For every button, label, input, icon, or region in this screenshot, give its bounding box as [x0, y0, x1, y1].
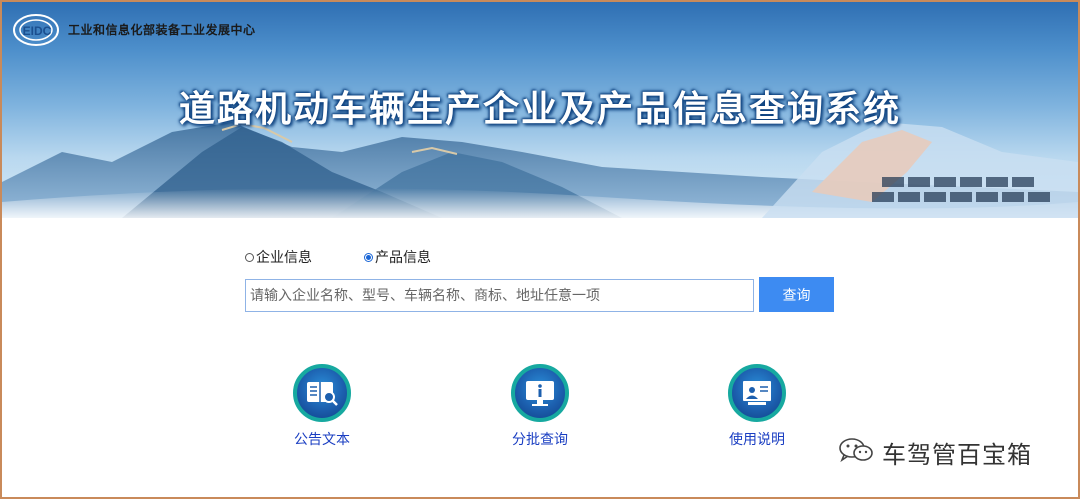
- radio-enterprise-label: 企业信息: [256, 250, 312, 266]
- radio-product-info[interactable]: 产品信息: [364, 247, 431, 267]
- book-search-icon[interactable]: [293, 364, 351, 422]
- quick-link-announcement-text[interactable]: 公告文本: [262, 364, 382, 449]
- radio-product-label: 产品信息: [375, 250, 431, 266]
- radio-product-circle[interactable]: [364, 252, 373, 262]
- eidc-logo: EIDC: [12, 12, 62, 48]
- logo-text: EIDC: [23, 24, 52, 38]
- wechat-icon: [838, 436, 874, 468]
- radio-enterprise-circle[interactable]: [245, 252, 254, 262]
- search-input[interactable]: [245, 279, 754, 312]
- quick-link-label[interactable]: 分批查询: [480, 429, 600, 449]
- organization-name: 工业和信息化部装备工业发展中心: [68, 23, 256, 37]
- watermark-text: 车驾管百宝箱: [882, 440, 1032, 469]
- watermark: 车驾管百宝箱: [838, 436, 1032, 469]
- header-banner: EIDC 工业和信息化部装备工业发展中心 道路机动车辆生产企业及产品信息查询系统: [2, 2, 1078, 218]
- info-monitor-icon[interactable]: [511, 364, 569, 422]
- radio-enterprise-info[interactable]: 企业信息: [245, 247, 312, 267]
- search-type-selector: 企业信息 产品信息: [245, 247, 431, 267]
- presentation-icon[interactable]: [728, 364, 786, 422]
- quick-link-user-guide[interactable]: 使用说明: [697, 364, 817, 449]
- quick-link-label[interactable]: 使用说明: [697, 429, 817, 449]
- system-title: 道路机动车辆生产企业及产品信息查询系统: [178, 88, 901, 130]
- search-button[interactable]: 查询: [759, 277, 834, 312]
- quick-link-batch-query[interactable]: 分批查询: [480, 364, 600, 449]
- quick-link-label[interactable]: 公告文本: [262, 429, 382, 449]
